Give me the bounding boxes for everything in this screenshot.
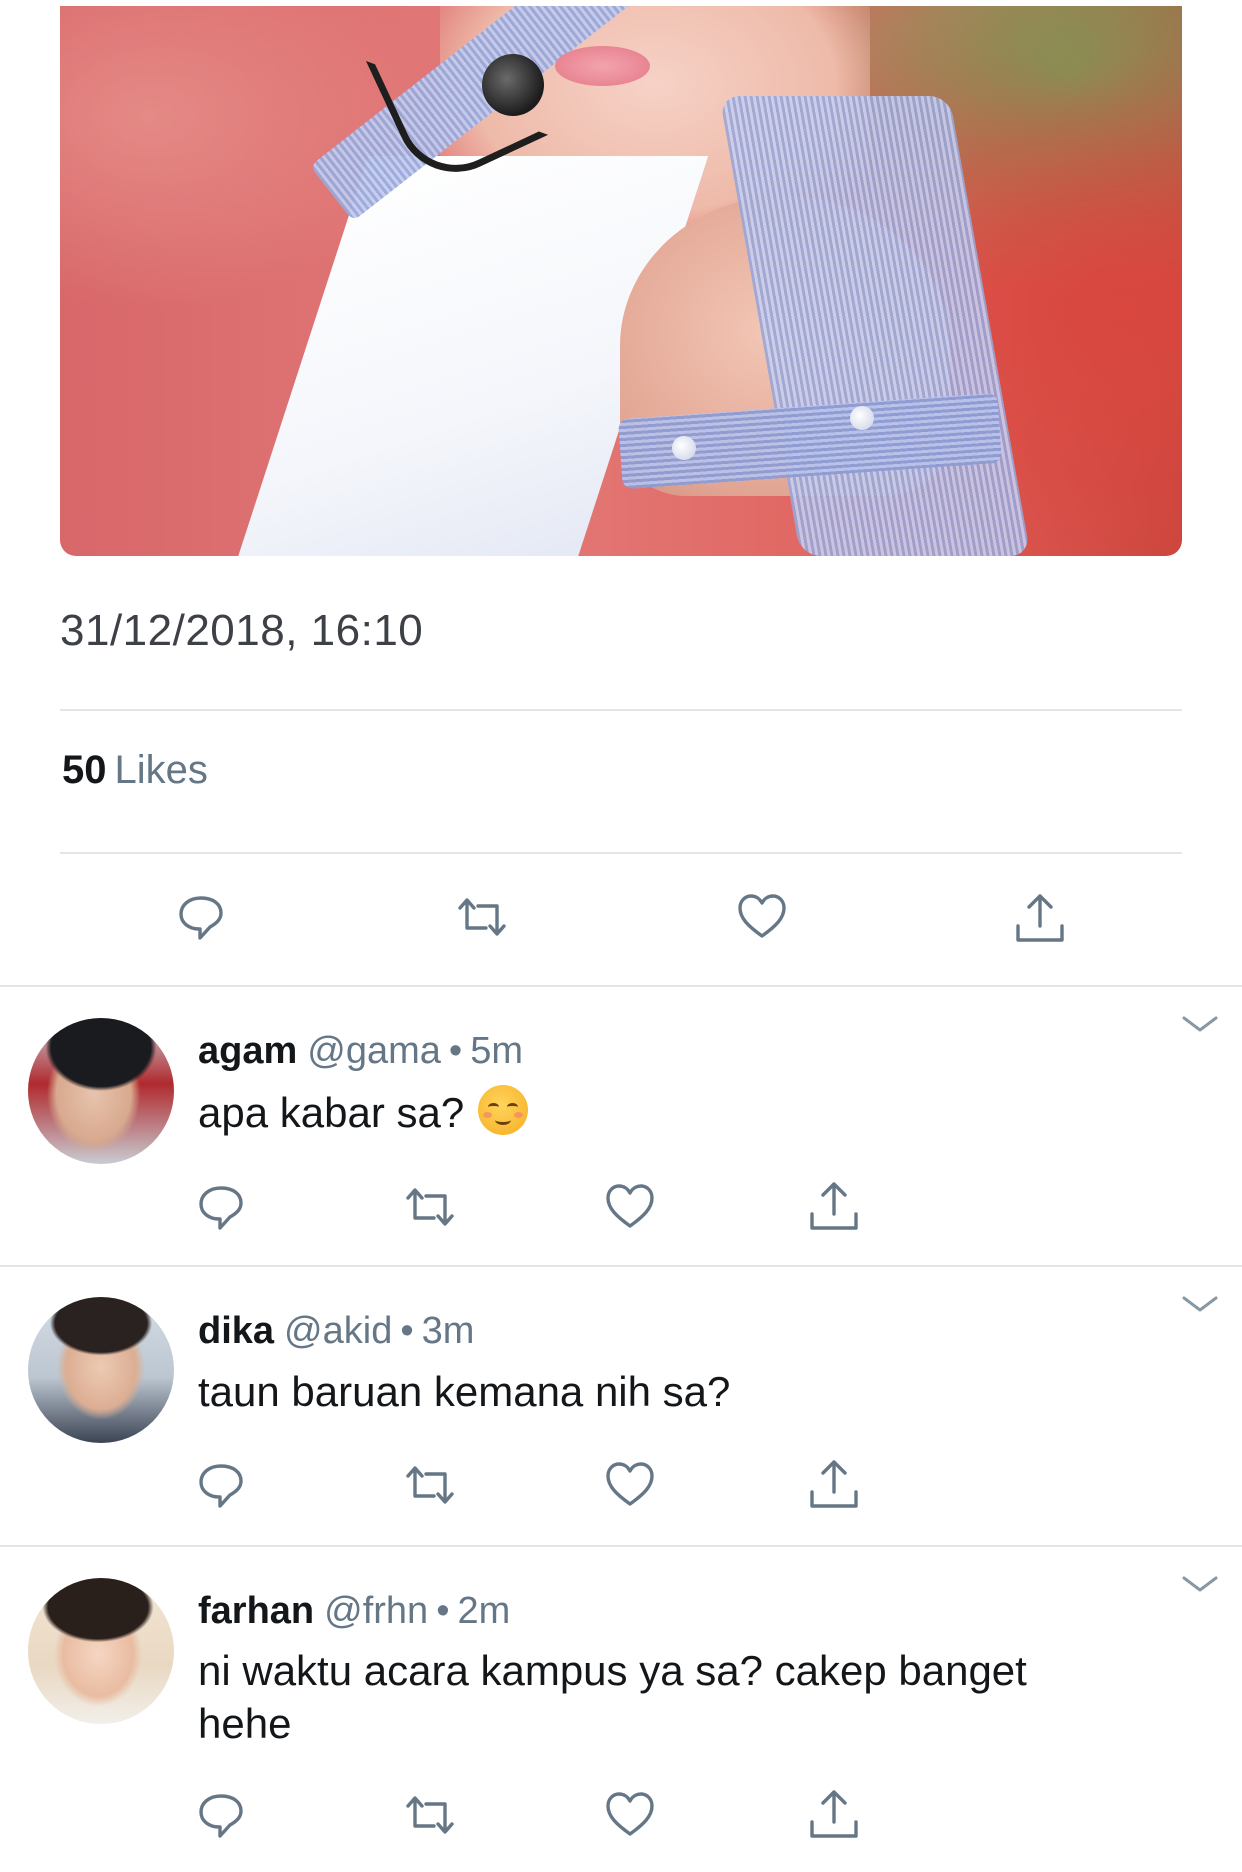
divider (0, 1545, 1242, 1547)
reply-time: 3m (421, 1310, 475, 1352)
smiling-face-emoji (478, 1085, 529, 1135)
photo-button (672, 436, 696, 460)
heart-icon[interactable] (604, 1182, 656, 1232)
tweet-timestamp: 31/12/2018, 16:10 (60, 606, 424, 655)
heart-icon[interactable] (604, 1460, 656, 1510)
display-name[interactable]: farhan (198, 1590, 314, 1632)
retweet-icon[interactable] (400, 1790, 460, 1840)
reply-icon[interactable] (196, 1182, 246, 1232)
photo-microphone (482, 54, 544, 116)
heart-icon[interactable] (604, 1790, 656, 1840)
share-icon[interactable] (808, 1458, 860, 1512)
avatar[interactable] (28, 1297, 174, 1443)
reply-header: farhan @frhn • 2m (198, 1590, 510, 1633)
divider (60, 852, 1182, 854)
reply-time: 5m (470, 1030, 524, 1072)
tweet-photo[interactable] (60, 6, 1182, 556)
photo-lips (555, 46, 650, 86)
avatar[interactable] (28, 1018, 174, 1164)
share-icon[interactable] (808, 1788, 860, 1842)
share-icon[interactable] (808, 1180, 860, 1234)
username[interactable]: @akid (284, 1310, 392, 1352)
retweet-icon[interactable] (452, 892, 512, 942)
reply-icon[interactable] (176, 892, 226, 942)
reply-text-content: apa kabar sa? (198, 1089, 465, 1136)
chevron-down-icon[interactable] (1180, 1012, 1220, 1036)
display-name[interactable]: dika (198, 1310, 274, 1352)
divider (0, 985, 1242, 987)
reply-header: dika @akid • 3m (198, 1310, 474, 1353)
share-icon[interactable] (1014, 892, 1066, 946)
reply-icon[interactable] (196, 1790, 246, 1840)
likes-number: 50 (62, 748, 107, 792)
reply-text: taun baruan kemana nih sa? (198, 1368, 731, 1415)
retweet-icon[interactable] (400, 1182, 460, 1232)
separator-dot: • (436, 1590, 450, 1632)
heart-icon[interactable] (736, 892, 788, 942)
chevron-down-icon[interactable] (1180, 1572, 1220, 1596)
reply-header: agam @gama • 5m (198, 1030, 523, 1073)
separator-dot: • (400, 1310, 414, 1352)
likes-label: Likes (114, 748, 208, 792)
reply-icon[interactable] (196, 1460, 246, 1510)
username[interactable]: @gama (307, 1030, 441, 1072)
reply-text: ni waktu acara kampus ya sa? cakep bange… (198, 1647, 1027, 1747)
likes-count[interactable]: 50 Likes (62, 748, 208, 793)
photo-button (850, 406, 874, 430)
username[interactable]: @frhn (324, 1590, 428, 1632)
reply-text: apa kabar sa? (198, 1085, 1158, 1139)
avatar[interactable] (28, 1578, 174, 1724)
chevron-down-icon[interactable] (1180, 1292, 1220, 1316)
divider (60, 709, 1182, 711)
display-name[interactable]: agam (198, 1030, 297, 1072)
divider (0, 1265, 1242, 1267)
reply-time: 2m (457, 1590, 511, 1632)
retweet-icon[interactable] (400, 1460, 460, 1510)
separator-dot: • (448, 1030, 463, 1072)
